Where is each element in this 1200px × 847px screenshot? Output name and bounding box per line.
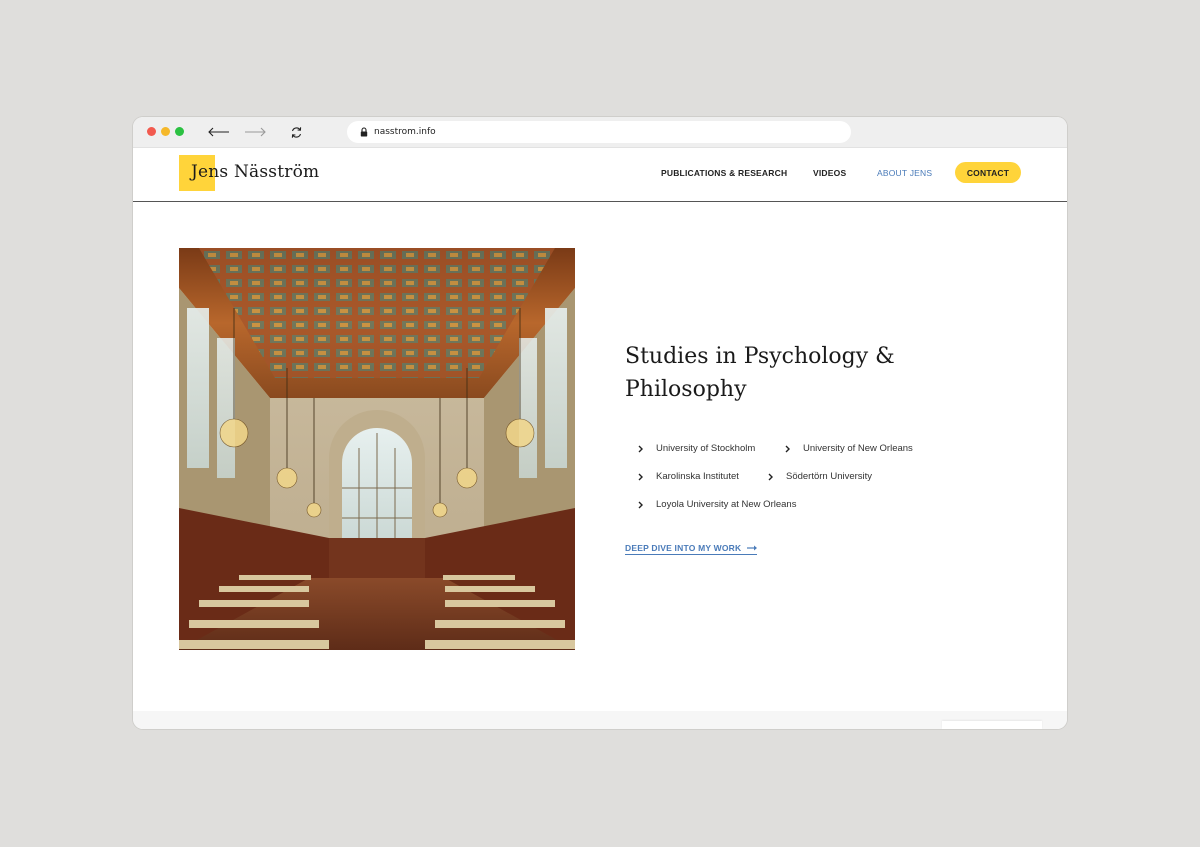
footer-section [133,711,1067,729]
nav-publications-research[interactable]: PUBLICATIONS & RESEARCH [661,168,787,178]
nav-about-jens[interactable]: ABOUT JENS [877,168,932,178]
contact-button[interactable]: CONTACT [955,162,1021,183]
university-name: Karolinska Institutet [656,471,739,482]
footer-card [942,721,1042,729]
browser-toolbar: nasstrom.info [133,117,1067,148]
back-button[interactable] [207,122,231,142]
reload-button[interactable] [288,122,304,142]
minimize-window-button[interactable] [161,127,170,136]
site-logo[interactable]: Jens Näsström [191,162,319,182]
page-heading: Studies in Psychology & Philosophy [625,344,895,402]
address-bar[interactable]: nasstrom.info [347,121,851,143]
chevron-right-icon [638,501,643,508]
deep-dive-label: DEEP DIVE INTO MY WORK [625,543,742,553]
chevron-right-icon [768,473,773,480]
browser-window: nasstrom.info Jens Näsström PUBLICATIONS… [133,117,1067,729]
list-item: University of New Orleans [784,443,913,454]
forward-arrow-icon [245,127,266,137]
list-item: Södertörn University [767,471,872,482]
university-name: Södertörn University [786,471,873,482]
deep-dive-link[interactable]: DEEP DIVE INTO MY WORK [625,543,758,555]
maximize-window-button[interactable] [175,127,184,136]
lock-icon [360,127,368,137]
nav-videos[interactable]: VIDEOS [813,168,846,178]
chevron-right-icon [638,473,643,480]
university-name: Loyola University at New Orleans [656,499,797,510]
list-item: Loyola University at New Orleans [637,499,796,510]
chevron-right-icon [638,445,643,452]
back-arrow-icon [208,127,229,137]
forward-button[interactable] [243,122,267,142]
list-item: Karolinska Institutet [637,471,739,482]
reload-icon [291,126,301,138]
close-window-button[interactable] [147,127,156,136]
university-name: University of Stockholm [656,443,756,454]
library-hall-image [179,248,575,650]
chevron-right-icon [785,445,790,452]
arrow-right-icon [747,545,758,551]
url-text: nasstrom.info [374,127,436,137]
site-header: Jens Näsström PUBLICATIONS & RESEARCH VI… [133,148,1067,202]
list-item: University of Stockholm [637,443,755,454]
university-name: University of New Orleans [803,443,913,454]
